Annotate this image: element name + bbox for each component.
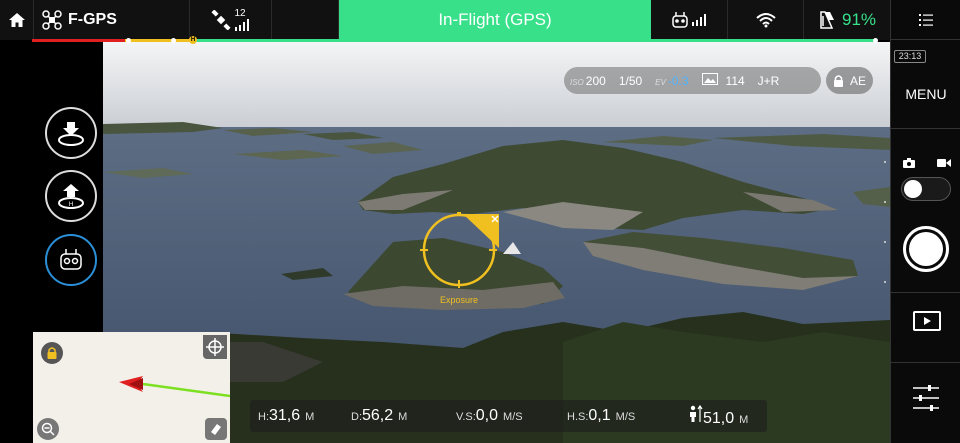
list-icon [919,13,933,26]
ae-lock-button[interactable]: AE [826,67,873,94]
auto-takeoff-icon [58,122,84,146]
camera-menu-button[interactable]: MENU [891,86,960,102]
left-control-panel: H [0,42,103,332]
auto-takeoff-button[interactable] [45,107,97,159]
iso-setting[interactable]: ISO 200 [570,74,606,88]
vertical-speed-readout: V.S: 0,0 M/S [456,407,523,424]
camera-icon [903,158,915,168]
shutter-setting[interactable]: 1/50 [619,74,642,88]
flight-mode-label: F-GPS [68,11,117,28]
signal-bars-icon [234,19,249,31]
battery-level-marker [171,38,176,43]
telemetry-bar: H: 31,6 M D: 56,2 M V.S: 0,0 M/S H.S: 0,… [250,400,767,432]
ev-setting[interactable]: EV -0.3 [655,74,688,88]
drone-icon [42,10,62,30]
satellite-icon [210,10,231,30]
gps-satellite-count: 12 [234,8,246,19]
crosshair-icon [206,338,224,356]
settings-list-button[interactable] [891,0,960,40]
battery-indicator[interactable]: 91% [804,0,890,40]
battery-percent: 91% [841,10,877,29]
minimap[interactable] [33,332,230,443]
wifi-icon [755,13,776,28]
eraser-icon [211,424,221,435]
svg-text:H: H [69,202,73,208]
toggle-knob [904,180,922,198]
playback-button[interactable] [913,311,941,331]
shutter-button[interactable] [903,226,949,272]
gps-indicator[interactable]: 12 [190,0,272,40]
storage-indicator[interactable]: 114 [701,73,745,88]
map-lock-button[interactable] [41,342,63,364]
video-icon [937,159,951,167]
height-readout: H: 31,6 M [258,407,315,424]
intelligent-flight-button[interactable] [45,234,97,286]
signal-bars-icon [691,14,706,26]
lock-icon [833,75,843,87]
map-zoom-button[interactable] [37,418,59,440]
intelligent-flight-icon [60,249,82,270]
battery-level-marker [873,38,878,43]
camera-settings-button[interactable] [913,384,939,417]
camera-settings-bar[interactable]: ISO 200 1/50 EV -0.3 114 J+R [564,67,821,94]
flight-status[interactable]: In-Flight (GPS) [339,0,651,40]
top-status-bar: F-GPS 12 In-Flight (GPS) 91% [0,0,890,40]
return-to-home-button[interactable]: H [45,170,97,222]
photo-mode-icon[interactable] [903,155,915,173]
return-to-home-icon: H [58,184,84,209]
remote-controller-icon [671,12,688,28]
home-return-marker: H [189,36,197,44]
distance-readout: D: 56,2 M [351,407,408,424]
altitude-readout: 51,0 M [687,404,748,428]
battery-level-marker [126,38,131,43]
home-button[interactable] [0,0,34,40]
right-camera-panel: 23:13 MENU [890,0,960,443]
sliders-icon [913,385,939,411]
photo-video-toggle[interactable] [901,177,951,201]
zoom-out-icon [41,422,55,436]
remote-signal-indicator[interactable] [651,0,728,40]
exposure-label: Exposure [440,295,479,305]
wifi-indicator[interactable] [728,0,804,40]
home-icon [8,13,25,27]
horizontal-speed-readout: H.S: 0,1 M/S [567,407,636,424]
person-altitude-icon [690,404,703,422]
flight-mode-indicator[interactable]: F-GPS [34,0,190,40]
image-format[interactable]: J+R [758,74,780,88]
flight-path-map [119,376,230,398]
map-clear-path-button[interactable] [205,418,227,440]
obstacle-indicator [272,0,339,40]
photos-remaining: 114 [725,74,745,88]
map-recenter-button[interactable] [203,335,227,359]
clock: 23:13 [894,50,926,63]
play-icon [924,317,931,325]
image-icon [701,73,718,85]
battery-flight-time-bar: H [0,36,890,44]
video-mode-icon[interactable] [937,155,951,173]
lock-icon [47,347,57,359]
battery-icon [820,11,834,29]
